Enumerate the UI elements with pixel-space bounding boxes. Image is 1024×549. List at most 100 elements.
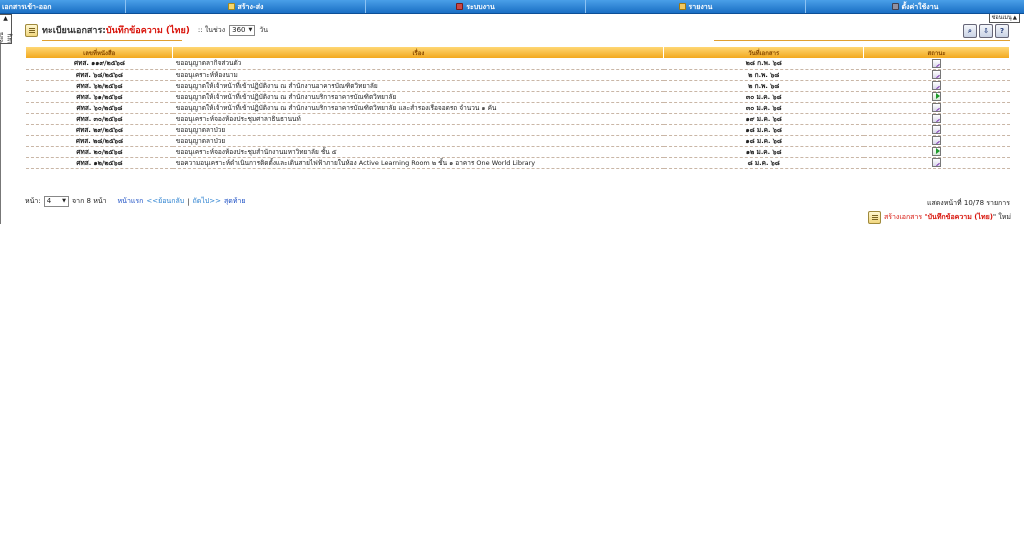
help-button[interactable]: ? (995, 24, 1009, 38)
doc-subject[interactable]: ขออนุเคราะห์จองห้องประชุมสำนักงานมหาวิทย… (172, 146, 664, 158)
table-row[interactable]: ศทส. ๒๙/๒๕๖๘ ขออนุญาตลาป่วย ๑๘ ม.ค. ๖๘ (26, 124, 1010, 136)
doc-number: ศทส. ๒๘/๒๕๖๘ (26, 135, 173, 147)
page-count: จาก 8 หน้า (72, 197, 107, 205)
doc-subject[interactable]: ขอความอนุเคราะห์ดำเนินการติดตั้งและเดินส… (172, 157, 664, 169)
nav-item-label: ตั้งค่าใช้งาน (901, 2, 939, 11)
status-sent-icon[interactable] (932, 92, 942, 101)
status-edit-icon[interactable] (932, 136, 942, 145)
settings-icon (891, 3, 899, 10)
status-edit-icon[interactable] (932, 125, 942, 134)
doc-status (863, 135, 1010, 147)
table-row[interactable]: ศทส. ๑๒/๒๕๖๘ ขอความอนุเคราะห์ดำเนินการติด… (26, 157, 1010, 169)
table-row[interactable]: ศทส. ๓๐/๒๕๖๘ ขออนุเคราะห์จองห้องประชุมศาล… (26, 113, 1010, 125)
col-status[interactable]: สถานะ (863, 47, 1010, 58)
col-date[interactable]: วันที่เอกสาร (663, 47, 865, 58)
hide-menu-label: ซ่อนเมนู (0, 32, 13, 43)
doc-date: ๓๐ ม.ค. ๖๘ (663, 102, 864, 114)
table-row[interactable]: ศทส. ๖๑/๒๕๖๘ ขออนุญาตให้เจ้าหน้าที่เข้าปฏ… (26, 91, 1010, 103)
pager-separator: | (187, 197, 190, 206)
nav-report[interactable]: รายงาน (586, 0, 806, 13)
doc-subject[interactable]: ขออนุญาตให้เจ้าหน้าที่เข้าปฏิบัติงาน ณ ส… (172, 80, 664, 92)
doc-date: ๒ ก.พ. ๖๘ (663, 69, 864, 81)
table-row[interactable]: ศทส. ๖๒/๒๕๖๘ ขออนุญาตให้เจ้าหน้าที่เข้าปฏ… (26, 80, 1010, 92)
status-edit-icon[interactable] (932, 158, 942, 167)
doc-date: ๒๘ ก.พ. ๖๘ (663, 58, 864, 70)
table-row[interactable]: ศทส. ๖๘/๒๕๖๘ ขออนุเคราะห์ห้องนาม๒ ก.พ. ๖๘ (26, 69, 1010, 81)
hide-menu-tab[interactable]: ▲ ซ่อนเมนู (0, 14, 13, 44)
doc-subject[interactable]: ขออนุญาตให้เจ้าหน้าที่เข้าปฏิบัติงาน ณ ส… (172, 102, 664, 114)
page-header: ทะเบียนเอกสาร:บันทึกข้อความ (ไทย) :: ในช… (25, 23, 268, 37)
doc-number: ศทส. ๖๑/๒๕๖๘ (26, 91, 173, 103)
next-page-link[interactable]: ถัดไป>> (193, 196, 221, 207)
report-icon (678, 3, 686, 10)
doc-date: ๒ ก.พ. ๖๘ (663, 80, 864, 92)
doc-number: ศทส. ๒๐/๒๕๖๘ (26, 146, 173, 158)
hide-menu-right-tab[interactable]: ซ่อนเมนู ▲ (988, 14, 1020, 23)
doc-status (863, 124, 1010, 136)
range-unit: วัน (259, 25, 269, 34)
range-label: :: ในช่วง (197, 25, 226, 34)
page-label: หน้า: (25, 197, 41, 205)
doc-status (863, 146, 1010, 158)
new-doc-text: สร้างเอกสาร "บันทึกข้อความ (ไทย)" ใหม่ (884, 212, 1011, 223)
status-edit-icon[interactable] (932, 81, 942, 90)
doc-subject[interactable]: ขออนุเคราะห์จองห้องประชุมศาลาธินธานนท์ (172, 113, 664, 125)
table-row[interactable]: ศทส. ๒๐/๒๕๖๘ ขออนุเคราะห์จองห้องประชุมสำน… (26, 146, 1010, 158)
prev-page-link[interactable]: <<ย้อนกลับ (146, 196, 184, 207)
header-divider-right (714, 40, 1010, 41)
new-doc-type: บันทึกข้อความ (ไทย) (927, 213, 993, 221)
nav-inout-docs[interactable]: เอกสารเข้า-ออก (0, 0, 126, 13)
doc-subject[interactable]: ขออนุญาตลาป่วย (172, 124, 664, 136)
help-icon: ? (999, 27, 1005, 35)
nav-system[interactable]: ระบบงาน (366, 0, 586, 13)
export-icon: ⇩ (983, 27, 989, 35)
table-row[interactable]: ศทส. ๒๘/๒๕๖๘ ขออนุญาตลาป่วย ๑๘ ม.ค. ๖๘ (26, 135, 1010, 147)
doc-status (863, 102, 1010, 114)
doc-number: ศทส. ๖๒/๒๕๖๘ (26, 80, 173, 92)
doc-date: ๑๘ ม.ค. ๖๘ (663, 135, 864, 147)
document-icon (227, 3, 235, 10)
hide-menu-label: ซ่อนเมนู (991, 15, 1012, 21)
system-icon (456, 3, 464, 10)
header-divider-left (42, 40, 182, 41)
doc-date: ๑๙ ม.ค. ๖๘ (663, 113, 864, 125)
status-edit-icon[interactable] (932, 58, 942, 68)
doc-number: ศทส. ๖๘/๒๕๖๘ (26, 69, 173, 81)
doc-date: ๘ ม.ค. ๖๘ (663, 157, 864, 169)
doc-number: ศทส. ๑๒/๒๕๖๘ (26, 157, 173, 169)
create-new-doc[interactable]: สร้างเอกสาร "บันทึกข้อความ (ไทย)" ใหม่ (867, 211, 1011, 224)
search-doc-button[interactable]: ⌕ (963, 24, 977, 38)
collapse-arrow-icon: ▲ (1012, 15, 1017, 21)
doc-status (863, 58, 1010, 70)
col-doc-no[interactable]: เลขที่หนังสือ (26, 47, 174, 58)
status-edit-icon[interactable] (932, 70, 942, 79)
last-page-link[interactable]: สุดท้าย (224, 196, 245, 207)
nav-settings[interactable]: ตั้งค่าใช้งาน (806, 0, 1024, 13)
status-edit-icon[interactable] (932, 114, 942, 123)
table-row[interactable]: ศทส. ๖๐/๒๕๖๘ ขออนุญาตให้เจ้าหน้าที่เข้าปฏ… (26, 102, 1010, 114)
doc-subject[interactable]: ขออนุญาตให้เจ้าหน้าที่เข้าปฏิบัติงาน ณ ส… (172, 91, 664, 103)
status-edit-icon[interactable] (932, 103, 942, 112)
doc-status (863, 91, 1010, 103)
page-select-value: 4 (46, 197, 52, 205)
col-subject[interactable]: เรื่อง (172, 47, 665, 58)
export-button[interactable]: ⇩ (979, 24, 993, 38)
doc-date: ๑๘ ม.ค. ๖๘ (663, 124, 864, 136)
new-document-icon (867, 211, 881, 224)
doc-subject[interactable]: ขออนุญาตลากิจส่วนตัว (172, 58, 664, 70)
doc-subject[interactable]: ขออนุเคราะห์ห้องนาม (172, 69, 664, 81)
status-sent-icon[interactable] (932, 147, 942, 156)
table-row[interactable]: ศทส. ๑๑๙/๒๕๖๘ ขออนุญาตลากิจส่วนตัว ๒๘ ก.พ.… (26, 58, 1010, 70)
doc-subject[interactable]: ขออนุญาตลาป่วย (172, 135, 664, 147)
search-icon: ⌕ (968, 26, 972, 35)
nav-create-send[interactable]: สร้าง-ส่ง (126, 0, 366, 13)
documents-table: เลขที่หนังสือ เรื่อง วันที่เอกสาร สถานะ … (26, 47, 1010, 169)
range-select[interactable]: 360 ▼ (229, 24, 256, 36)
nav-item-label: ระบบงาน (466, 2, 495, 11)
doc-date: ๓๐ ม.ค. ๖๘ (663, 91, 864, 103)
page-select[interactable]: 4 ▼ (43, 196, 70, 207)
first-page-link[interactable]: หน้าแรก (118, 196, 144, 207)
chevron-down-icon: ▼ (248, 26, 253, 33)
doc-status (863, 157, 1010, 169)
range-select-value: 360 (232, 25, 246, 34)
